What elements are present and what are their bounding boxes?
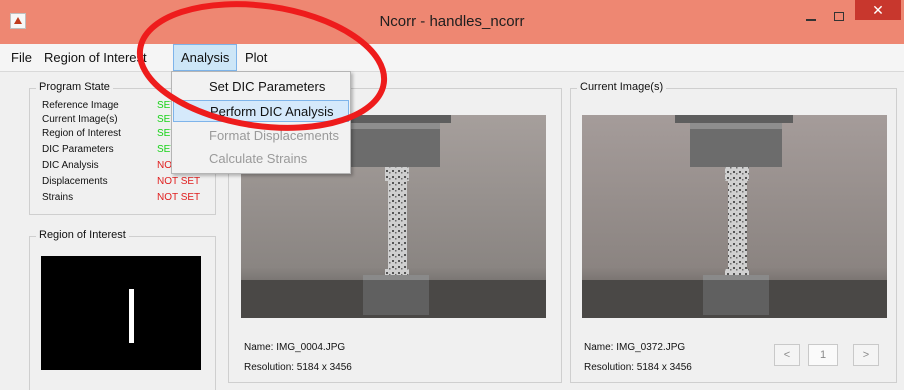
state-label-reference-image: Reference Image <box>42 100 119 111</box>
state-label-dic-analysis: DIC Analysis <box>42 160 99 171</box>
menu-item-calculate-strains: Calculate Strains <box>209 151 308 166</box>
maximize-button[interactable] <box>826 8 852 26</box>
state-label-displacements: Displacements <box>42 176 108 187</box>
image-index-field[interactable]: 1 <box>808 344 838 366</box>
current-image-panel-title: Current Image(s) <box>577 81 667 93</box>
state-label-strains: Strains <box>42 192 74 203</box>
window-title: Ncorr - handles_ncorr <box>379 13 525 30</box>
current-image-resolution: Resolution: 5184 x 3456 <box>584 362 692 373</box>
reference-image-resolution: Resolution: 5184 x 3456 <box>244 362 352 373</box>
current-image-name: Name: IMG_0372.JPG <box>584 342 686 353</box>
title-bar[interactable]: Ncorr - handles_ncorr ✕ <box>0 0 904 44</box>
menu-region-of-interest[interactable]: Region of Interest <box>44 44 147 71</box>
current-image <box>582 115 887 318</box>
roi-mask-region <box>129 289 134 343</box>
menu-file[interactable]: File <box>11 44 32 71</box>
state-value-strains: NOT SET <box>157 192 201 203</box>
menu-bar: File Region of Interest Analysis Plot <box>0 44 904 72</box>
roi-mask-preview <box>41 256 201 370</box>
previous-image-button[interactable]: < <box>774 344 800 366</box>
state-label-dic-parameters: DIC Parameters <box>42 144 114 155</box>
analysis-dropdown-menu: Set DIC Parameters Perform DIC Analysis … <box>171 71 351 174</box>
roi-panel-title: Region of Interest <box>36 229 129 241</box>
minimize-button[interactable] <box>798 8 824 26</box>
state-label-region-of-interest: Region of Interest <box>42 128 121 139</box>
menu-item-format-displacements: Format Displacements <box>209 128 340 143</box>
state-value-displacements: NOT SET <box>157 176 201 187</box>
menu-analysis[interactable]: Analysis <box>173 44 238 71</box>
menu-item-perform-dic-analysis[interactable]: Perform DIC Analysis <box>173 100 349 122</box>
menu-item-set-dic-parameters[interactable]: Set DIC Parameters <box>173 76 349 98</box>
program-state-title: Program State <box>36 81 113 93</box>
next-image-button[interactable]: > <box>853 344 879 366</box>
menu-plot[interactable]: Plot <box>245 44 267 71</box>
reference-image-name: Name: IMG_0004.JPG <box>244 342 346 353</box>
close-button[interactable]: ✕ <box>855 0 901 20</box>
state-label-current-images: Current Image(s) <box>42 114 118 125</box>
